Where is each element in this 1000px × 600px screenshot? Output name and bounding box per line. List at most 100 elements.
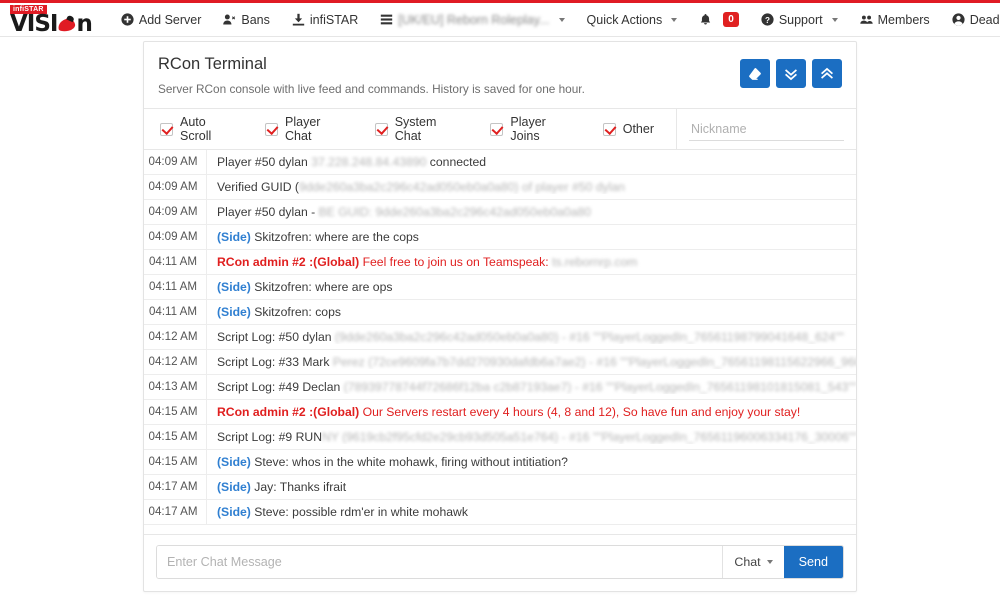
log-row-message: (Side) Skitzofren: where are ops: [207, 280, 856, 294]
log-row-message: (Side) Skitzofren: where are the cops: [207, 230, 856, 244]
nav-members[interactable]: Members: [849, 7, 941, 33]
nav-add-server-label: Add Server: [138, 12, 202, 27]
nickname-filter-wrap: [676, 109, 856, 149]
checkbox-checked-icon[interactable]: [265, 122, 279, 136]
log-text-plain: Player #50 dylan -: [217, 205, 319, 219]
log-text-plain: Script Log: #50 dylan: [217, 330, 335, 344]
filter-other[interactable]: Other: [597, 122, 676, 136]
log-text-plain: Script Log: #9 RUN: [217, 430, 322, 444]
log-row-time: 04:09 AM: [144, 175, 207, 199]
log-text-admin: RCon admin #2 :(Global): [217, 405, 360, 419]
filter-auto-scroll-label: Auto Scroll: [180, 115, 212, 143]
filter-player-chat-label: Player Chat: [285, 115, 321, 143]
filter-checkbox-group: Auto Scroll Player Chat System Chat Play…: [144, 115, 676, 143]
log-row-time: 04:09 AM: [144, 200, 207, 224]
chevron-down-icon: [766, 560, 773, 564]
log-row-message: (Side) Steve: possible rdm'er in white m…: [207, 505, 856, 519]
page-root: infiSTAR VISI n Add Server Bans infiSTAR…: [0, 0, 1000, 600]
log-row-time: 04:13 AM: [144, 375, 207, 399]
notifications-button[interactable]: 0: [688, 6, 750, 33]
card-header: RCon Terminal Server RCon console with l…: [144, 42, 856, 109]
nav-quick-actions[interactable]: Quick Actions: [576, 7, 689, 33]
log-text-blurred: BE GUID: 9dde260a3ba2c296c42ad050eb0a0a8…: [318, 205, 592, 219]
nav-add-server[interactable]: Add Server: [110, 7, 213, 33]
log-text-plain: Skitzofren: where are the cops: [250, 230, 419, 244]
log-row-time: 04:11 AM: [144, 250, 207, 274]
nav-right-group: 0 ? Support Members DeadP4xel: [688, 6, 1000, 33]
channel-dropdown-label: Chat: [734, 555, 761, 569]
nickname-filter-input[interactable]: [689, 117, 844, 141]
card-header-actions: [740, 55, 842, 88]
rcon-terminal-card: RCon Terminal Server RCon console with l…: [143, 41, 857, 592]
log-feed[interactable]: 04:09 AM Player #50 dylan 37.228.248.84.4…: [144, 150, 856, 535]
brand-logo[interactable]: infiSTAR VISI n: [10, 4, 93, 37]
brand-word-right: n: [76, 10, 92, 37]
eraser-icon: [749, 67, 761, 80]
user-circle-icon: [952, 13, 965, 26]
nav-bans[interactable]: Bans: [212, 7, 281, 33]
nav-quick-actions-label: Quick Actions: [586, 12, 663, 27]
log-text-plain: connected: [426, 155, 487, 169]
log-text-blurred: NY (9619cb2f95cfd2e29cb93d505a51e764) - …: [322, 430, 856, 444]
filter-system-chat[interactable]: System Chat: [369, 115, 485, 143]
chevron-down-icon: [831, 17, 838, 22]
question-circle-icon: ?: [761, 13, 774, 26]
log-row: 04:09 AM Player #50 dylan 37.228.248.84.4…: [144, 150, 856, 175]
nav-bans-label: Bans: [241, 12, 270, 27]
log-row-time: 04:17 AM: [144, 500, 207, 524]
log-text-blurred: ts.rebornrp.com: [552, 255, 638, 269]
log-row-time: 04:12 AM: [144, 325, 207, 349]
log-text-side: (Side): [217, 455, 251, 469]
scroll-bottom-button[interactable]: [776, 59, 806, 88]
nav-user-menu[interactable]: DeadP4xel: [941, 7, 1000, 33]
log-row-message: RCon admin #2 :(Global) Feel free to joi…: [207, 255, 856, 269]
log-text-plain: Steve: possible rdm'er in white mohawk: [250, 505, 468, 519]
log-row: 04:11 AM (Side) Skitzofren: where are ops: [144, 275, 856, 300]
log-row-time: 04:11 AM: [144, 275, 207, 299]
log-text-blurred: 37.228.248.84.43890: [311, 155, 427, 169]
filter-system-chat-label: System Chat: [394, 115, 437, 143]
page-subtitle: Server RCon console with live feed and c…: [158, 82, 585, 96]
log-row: 04:09 AM Player #50 dylan - BE GUID: 9dde…: [144, 200, 856, 225]
log-text-plain: Script Log: #49 Declan: [217, 380, 344, 394]
filter-player-joins[interactable]: Player Joins: [484, 115, 596, 143]
log-row-time: 04:11 AM: [144, 300, 207, 324]
brand-wordmark: VISI n: [10, 10, 93, 37]
log-row-message: Script Log: #33 Mark Perez (72ce9609fa7b…: [207, 355, 856, 369]
log-row-time: 04:09 AM: [144, 150, 207, 174]
chevron-down-icon: [558, 17, 565, 22]
log-row-message: Verified GUID (9dde260a3ba2c296c42ad050e…: [207, 180, 856, 194]
users-icon: [859, 13, 873, 26]
nav-support[interactable]: ? Support: [750, 7, 849, 33]
log-text-side: (Side): [217, 305, 251, 319]
filter-player-chat[interactable]: Player Chat: [259, 115, 369, 143]
clear-console-button[interactable]: [740, 59, 770, 88]
log-row-message: Script Log: #49 Declan (78939778744f7268…: [207, 380, 856, 394]
svg-text:?: ?: [765, 16, 770, 25]
log-row: 04:15 AM Script Log: #9 RUNNY (9619cb2f95…: [144, 425, 856, 450]
log-text-plain: Steve: whos in the white mohawk, firing …: [250, 455, 568, 469]
checkbox-checked-icon[interactable]: [374, 122, 388, 136]
nav-infistar[interactable]: infiSTAR: [281, 7, 369, 33]
log-text-plain: Script Log: #33 Mark: [217, 355, 333, 369]
checkbox-checked-icon[interactable]: [160, 122, 173, 136]
log-text-side: (Side): [217, 480, 251, 494]
log-row: 04:15 AM RCon admin #2 :(Global) Our Serv…: [144, 400, 856, 425]
send-button[interactable]: Send: [783, 546, 843, 578]
filter-auto-scroll[interactable]: Auto Scroll: [154, 115, 259, 143]
chat-message-input[interactable]: [157, 546, 723, 578]
nav-server-selector[interactable]: [UK/EU] Reborn Roleplay...: [369, 7, 575, 33]
log-text-side: (Side): [217, 280, 251, 294]
log-text-admin: RCon admin #2 :(Global): [217, 255, 360, 269]
plus-circle-icon: [121, 13, 134, 26]
log-text-blurred: (9dde260a3ba2c296c42ad050eb0a0a80) - #16…: [334, 330, 844, 344]
log-row-message: Script Log: #9 RUNNY (9619cb2f95cfd2e29c…: [207, 430, 856, 444]
nav-support-label: Support: [778, 12, 823, 27]
channel-dropdown[interactable]: Chat: [722, 546, 784, 578]
log-text-plain: Verified GUID (: [217, 180, 299, 194]
log-text-plain: Player #50 dylan: [217, 155, 312, 169]
scroll-top-button[interactable]: [812, 59, 842, 88]
checkbox-checked-icon[interactable]: [490, 122, 504, 136]
log-row-message: Player #50 dylan 37.228.248.84.43890 con…: [207, 155, 856, 169]
checkbox-checked-icon[interactable]: [602, 122, 616, 136]
